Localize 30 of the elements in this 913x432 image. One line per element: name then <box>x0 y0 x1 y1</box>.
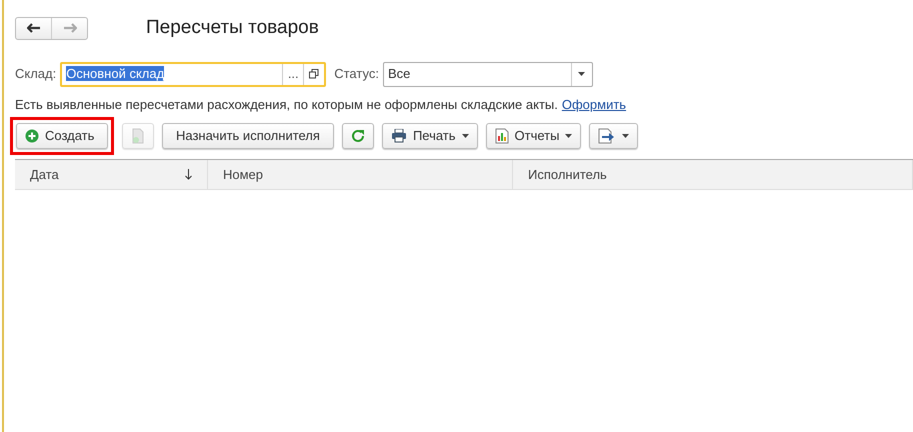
export-icon <box>598 128 616 144</box>
refresh-icon <box>350 129 365 143</box>
field-label: Статус: <box>334 65 379 84</box>
choose-button[interactable]: ... <box>282 64 304 84</box>
refresh-button[interactable] <box>342 123 374 149</box>
caret-icon <box>622 134 630 138</box>
column-header[interactable]: Исполнитель <box>513 160 913 189</box>
arrow-left-icon <box>26 23 40 34</box>
column-header[interactable]: Дата <box>15 160 208 189</box>
chart-document-icon <box>494 128 509 144</box>
create-button[interactable]: Создать <box>16 123 108 149</box>
document-icon <box>131 128 145 144</box>
plus-icon <box>25 129 39 143</box>
action-link[interactable]: Оформить <box>562 94 626 114</box>
printer-icon <box>390 129 407 143</box>
print-button[interactable]: Печать <box>382 123 478 149</box>
window-title: Пересчеты товаров <box>146 16 319 40</box>
export-button[interactable] <box>589 123 638 149</box>
caret-icon <box>565 134 572 138</box>
field-label: Склад: <box>15 65 56 84</box>
caret-icon <box>462 134 469 138</box>
notice-text: Есть выявленные пересчетами расхождения, по которым не оформлены складские акты. <box>15 96 558 114</box>
assign-button[interactable]: Назначить исполнителя <box>162 123 334 149</box>
warehouse-field[interactable]: Основной склад ... <box>60 62 326 86</box>
arrow-right-icon <box>62 23 76 34</box>
column-header[interactable]: Номер <box>208 160 513 189</box>
status-dropdown[interactable]: Все <box>382 62 593 86</box>
caret-icon <box>578 72 586 76</box>
windows-icon <box>309 69 320 79</box>
reports-button[interactable]: Отчеты <box>486 123 582 149</box>
